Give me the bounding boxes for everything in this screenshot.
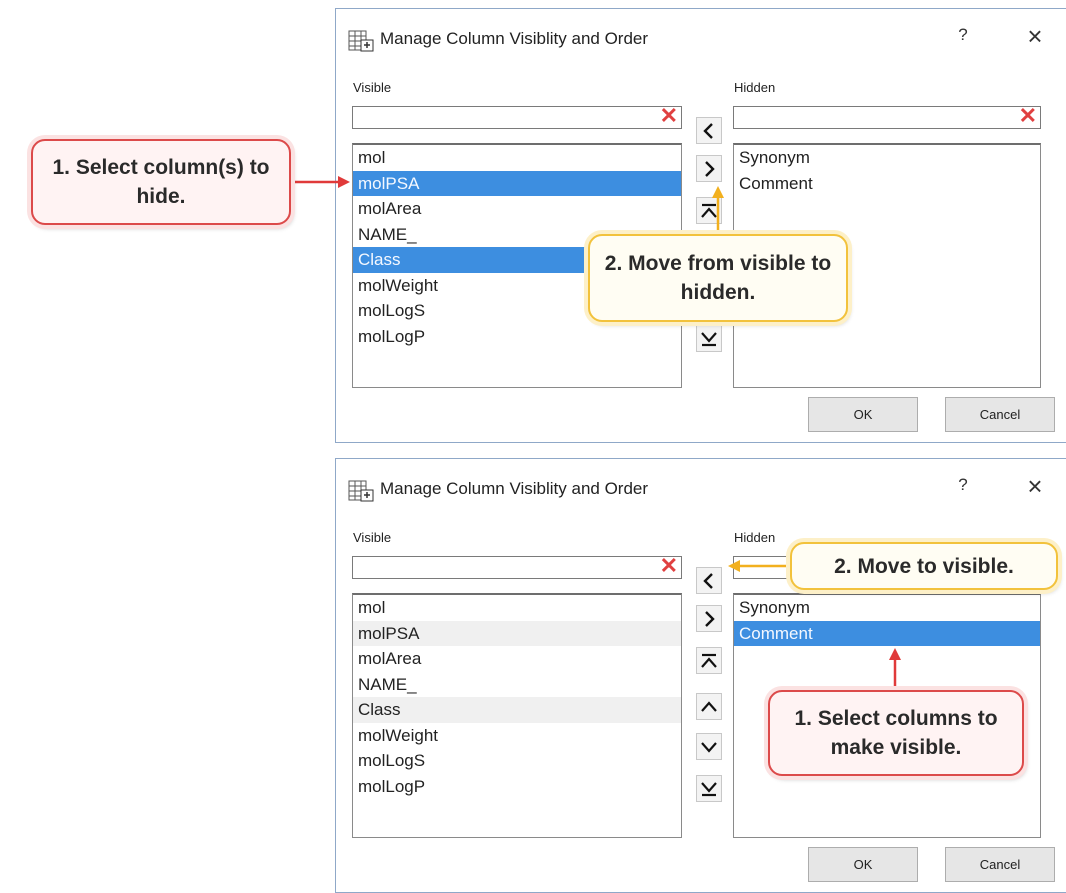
- callout-select-hide: 1. Select column(s) to hide.: [31, 139, 291, 225]
- callout-move-visible: 2. Move to visible.: [790, 542, 1058, 590]
- callout-select-visible: 1. Select columns to make visible.: [768, 690, 1024, 776]
- yellow-arrow-icon: [728, 560, 790, 572]
- yellow-arrow-icon: [712, 186, 724, 232]
- red-arrow-icon: [292, 176, 350, 188]
- callout-move-hidden: 2. Move from visible to hidden.: [588, 234, 848, 322]
- red-arrow-icon: [889, 648, 901, 690]
